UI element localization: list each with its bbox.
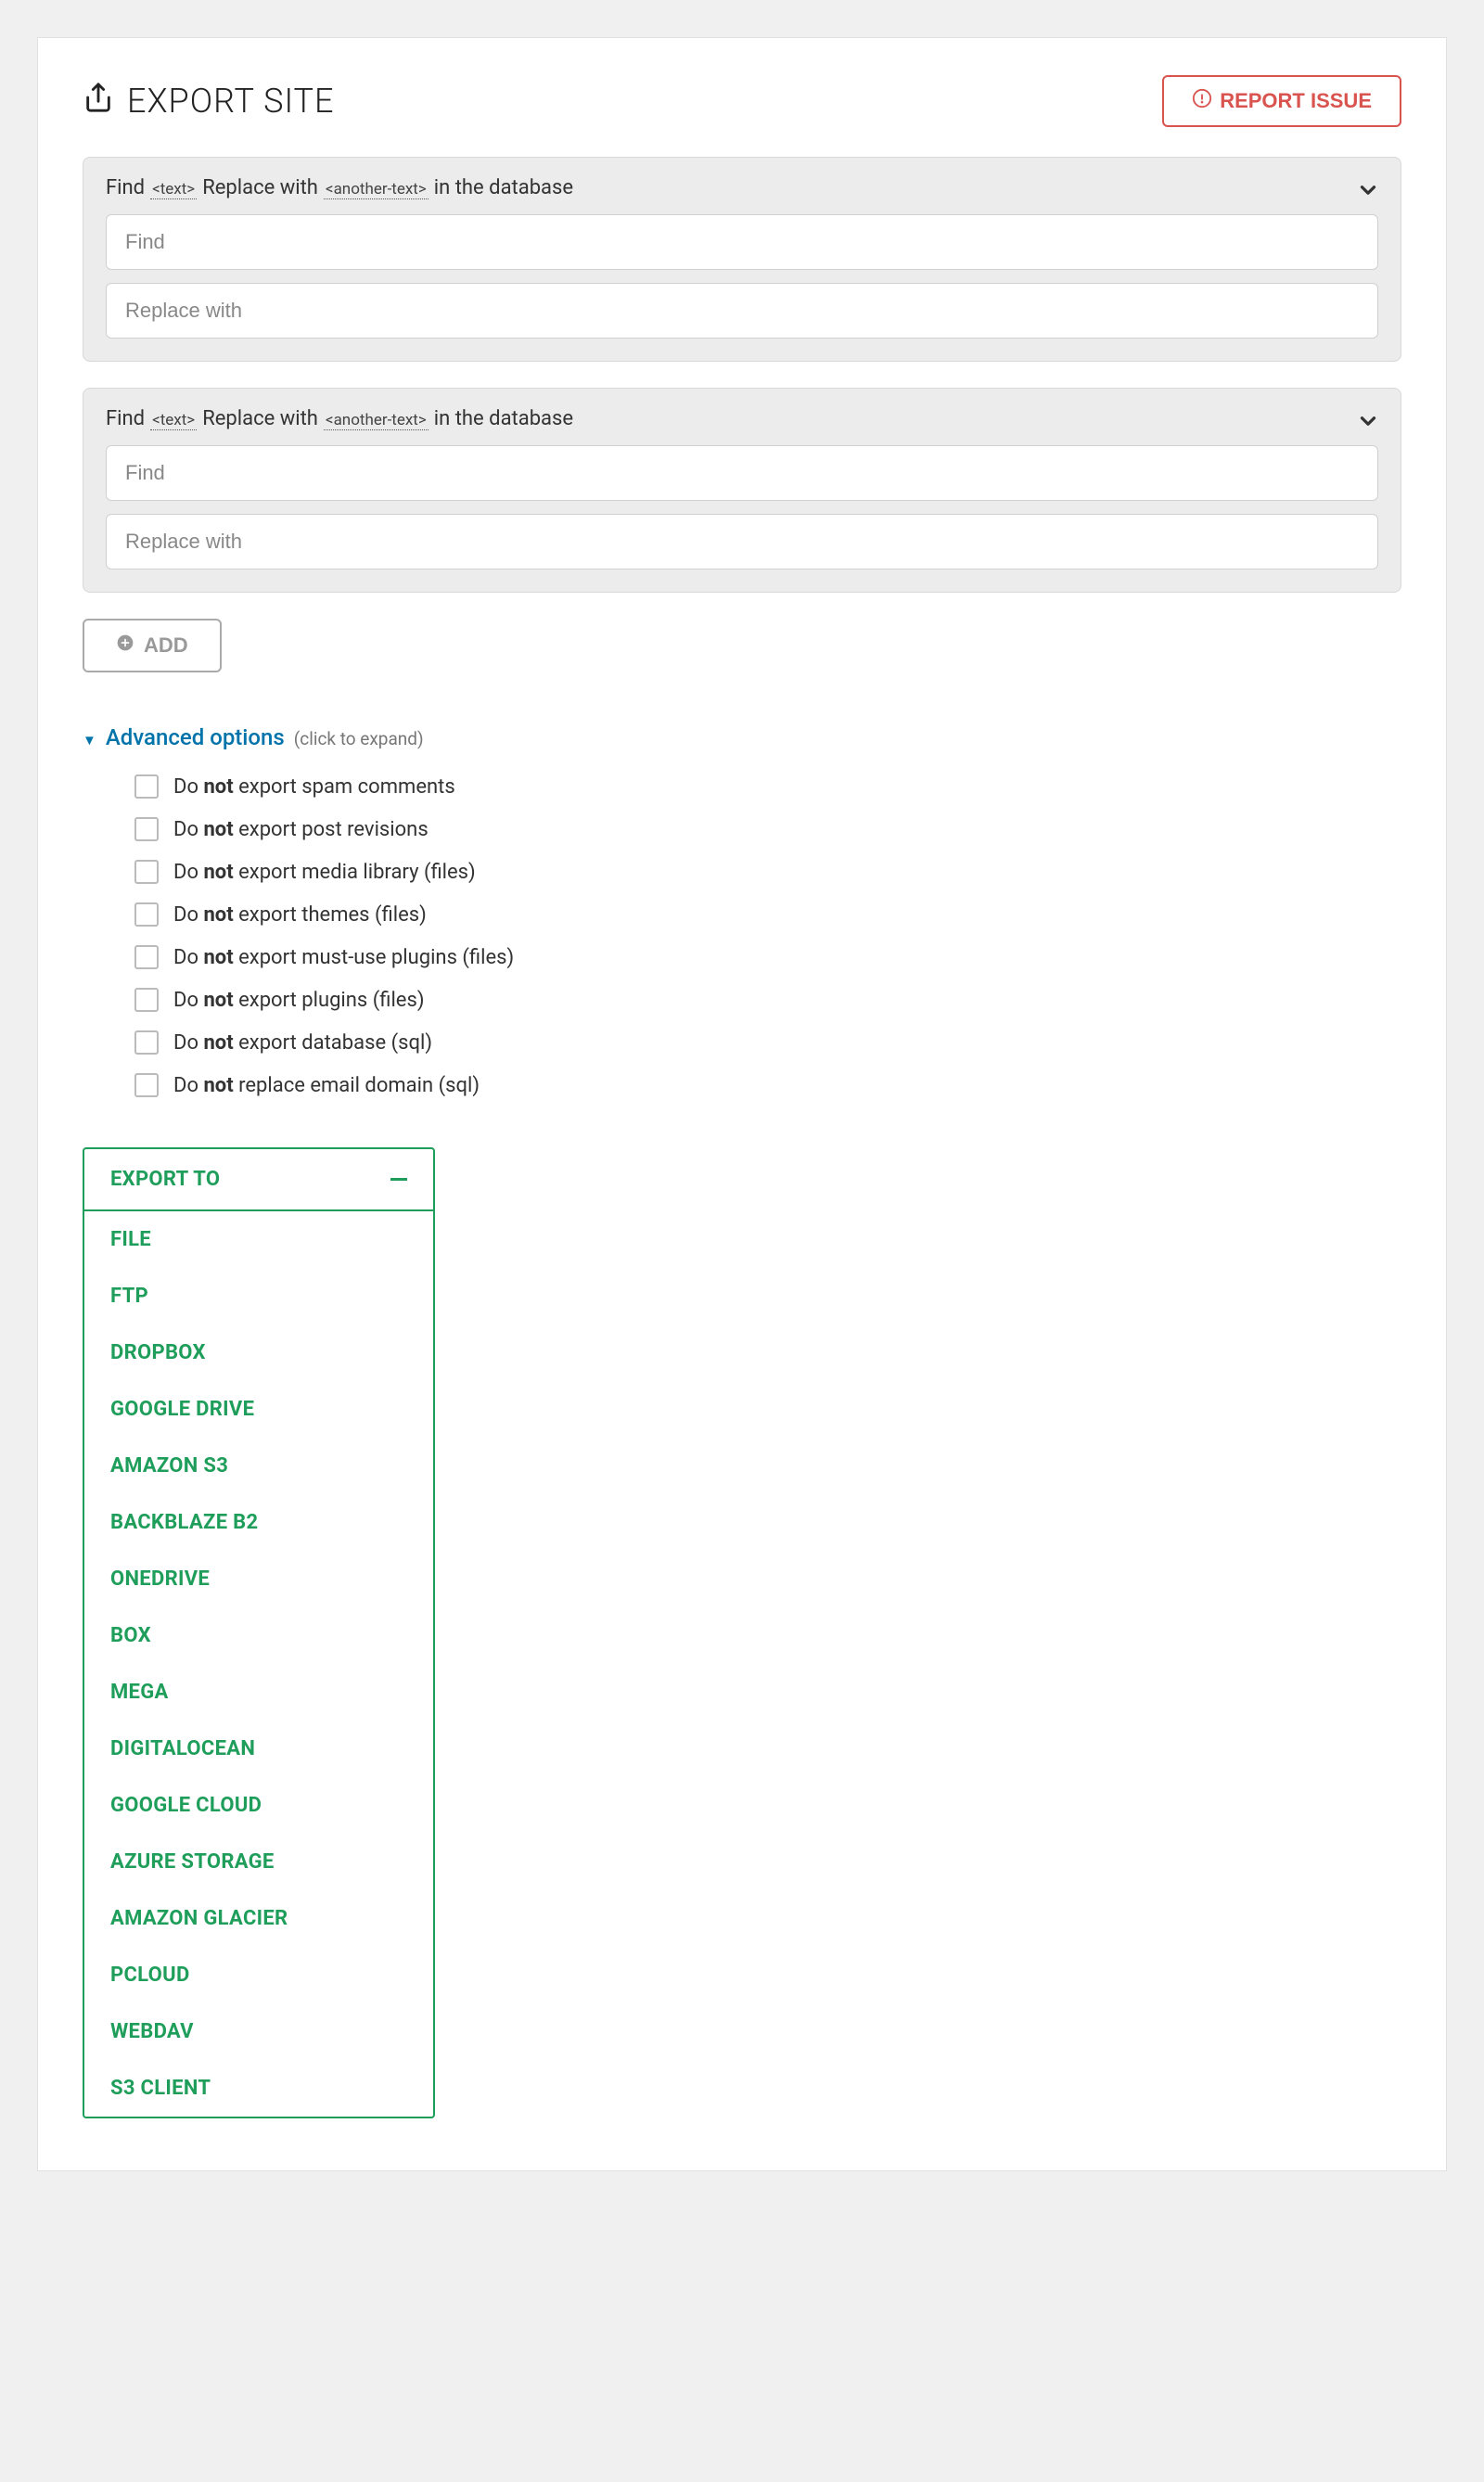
advanced-option-checkbox[interactable] [134, 817, 159, 841]
chevron-down-icon[interactable] [1356, 178, 1380, 206]
advanced-option-checkbox[interactable] [134, 774, 159, 799]
advanced-option: Do not export database (sql) [134, 1021, 1401, 1064]
export-to-item[interactable]: GOOGLE CLOUD [84, 1777, 433, 1834]
export-to-item[interactable]: ONEDRIVE [84, 1551, 433, 1607]
another-text-placeholder: <another-text> [324, 180, 429, 199]
export-to-header-label: EXPORT TO [110, 1168, 220, 1191]
another-text-placeholder: <another-text> [324, 411, 429, 430]
advanced-option-label[interactable]: Do not export must-use plugins (files) [173, 946, 514, 969]
export-to-item[interactable]: FILE [84, 1211, 433, 1268]
advanced-option-label[interactable]: Do not export spam comments [173, 775, 455, 799]
advanced-option: Do not export spam comments [134, 765, 1401, 808]
export-to-item[interactable]: DIGITALOCEAN [84, 1721, 433, 1777]
add-button[interactable]: ADD [83, 619, 222, 672]
advanced-option-label[interactable]: Do not export media library (files) [173, 861, 476, 884]
advanced-option-checkbox[interactable] [134, 1030, 159, 1055]
advanced-option-checkbox[interactable] [134, 945, 159, 969]
export-to-list: FILEFTPDROPBOXGOOGLE DRIVEAMAZON S3BACKB… [84, 1211, 433, 2117]
export-to-item[interactable]: FTP [84, 1268, 433, 1324]
export-to-header[interactable]: EXPORT TO [84, 1149, 433, 1211]
advanced-option-checkbox[interactable] [134, 860, 159, 884]
export-to-item[interactable]: S3 CLIENT [84, 2060, 433, 2117]
panel-header: EXPORT SITE REPORT ISSUE [83, 75, 1401, 127]
advanced-option: Do not export media library (files) [134, 851, 1401, 893]
caret-down-icon: ▼ [83, 732, 96, 748]
advanced-option: Do not export must-use plugins (files) [134, 936, 1401, 979]
advanced-option-checkbox[interactable] [134, 988, 159, 1012]
export-to-item[interactable]: MEGA [84, 1664, 433, 1721]
text-placeholder: <text> [150, 180, 197, 199]
page-title: EXPORT SITE [83, 82, 335, 122]
chevron-down-icon[interactable] [1356, 409, 1380, 437]
advanced-options-hint: (click to expand) [294, 728, 424, 749]
export-to-item[interactable]: PCLOUD [84, 1947, 433, 2003]
advanced-options-label: Advanced options [106, 724, 285, 750]
export-to-item[interactable]: AMAZON GLACIER [84, 1890, 433, 1947]
advanced-option: Do not export plugins (files) [134, 979, 1401, 1021]
find-replace-box: Find <text> Replace with <another-text> … [83, 388, 1401, 593]
add-button-label: ADD [144, 633, 188, 658]
export-to-item[interactable]: DROPBOX [84, 1324, 433, 1381]
advanced-option-label[interactable]: Do not export themes (files) [173, 903, 427, 927]
advanced-option: Do not export post revisions [134, 808, 1401, 851]
text-placeholder: <text> [150, 411, 197, 430]
find-replace-box: Find <text> Replace with <another-text> … [83, 157, 1401, 362]
advanced-option-label[interactable]: Do not export plugins (files) [173, 989, 425, 1012]
advanced-option: Do not export themes (files) [134, 893, 1401, 936]
advanced-option-label[interactable]: Do not export database (sql) [173, 1031, 432, 1055]
advanced-option-checkbox[interactable] [134, 1073, 159, 1097]
export-to-item[interactable]: BACKBLAZE B2 [84, 1494, 433, 1551]
replace-input[interactable] [106, 283, 1378, 339]
advanced-option-checkbox[interactable] [134, 902, 159, 927]
advanced-options-list: Do not export spam comments Do not expor… [83, 765, 1401, 1107]
page-title-text: EXPORT SITE [127, 82, 335, 121]
plus-circle-icon [116, 633, 134, 658]
export-to-menu: EXPORT TO FILEFTPDROPBOXGOOGLE DRIVEAMAZ… [83, 1147, 435, 2118]
advanced-option-label[interactable]: Do not export post revisions [173, 818, 429, 841]
export-to-item[interactable]: BOX [84, 1607, 433, 1664]
advanced-options-toggle[interactable]: ▼ Advanced options (click to expand) [83, 724, 1401, 750]
replace-input[interactable] [106, 514, 1378, 569]
alert-icon [1192, 88, 1212, 114]
minus-icon [390, 1178, 407, 1181]
advanced-option: Do not replace email domain (sql) [134, 1064, 1401, 1107]
find-replace-title: Find <text> Replace with <another-text> … [106, 407, 1378, 430]
find-input[interactable] [106, 214, 1378, 270]
export-to-item[interactable]: AZURE STORAGE [84, 1834, 433, 1890]
report-issue-button[interactable]: REPORT ISSUE [1162, 75, 1401, 127]
export-to-item[interactable]: AMAZON S3 [84, 1438, 433, 1494]
export-icon [83, 82, 114, 122]
report-issue-label: REPORT ISSUE [1220, 89, 1372, 113]
export-site-panel: EXPORT SITE REPORT ISSUE Find <text> Rep… [37, 37, 1447, 2171]
export-to-item[interactable]: WEBDAV [84, 2003, 433, 2060]
advanced-option-label[interactable]: Do not replace email domain (sql) [173, 1074, 480, 1097]
export-to-item[interactable]: GOOGLE DRIVE [84, 1381, 433, 1438]
find-input[interactable] [106, 445, 1378, 501]
find-replace-title: Find <text> Replace with <another-text> … [106, 176, 1378, 199]
